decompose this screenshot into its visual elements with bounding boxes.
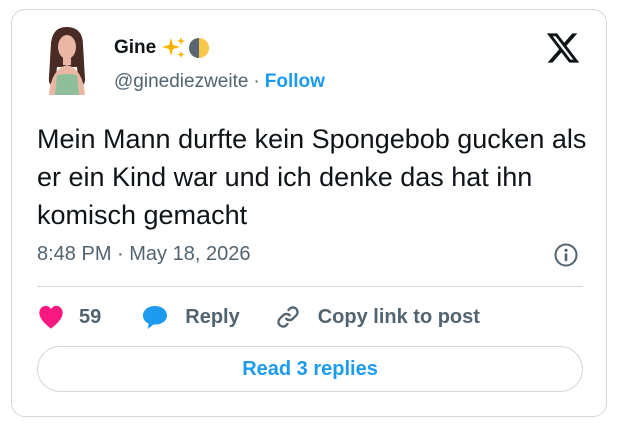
like-count: 59 bbox=[79, 305, 102, 328]
name-emojis bbox=[162, 36, 210, 60]
avatar[interactable] bbox=[41, 23, 93, 95]
tweet-timestamp[interactable]: 8:48 PM · May 18, 2026 bbox=[37, 243, 250, 266]
reply-bubble-icon bbox=[143, 306, 168, 329]
reply-label: Reply bbox=[185, 305, 240, 328]
reply-button[interactable]: Reply bbox=[141, 304, 240, 330]
author-name-row: Gine bbox=[114, 36, 210, 60]
author-name[interactable]: Gine bbox=[114, 37, 156, 59]
action-bar: 59 Reply Copy link to post bbox=[37, 300, 480, 334]
info-icon[interactable] bbox=[553, 242, 579, 268]
copy-link-button[interactable]: Copy link to post bbox=[274, 303, 480, 331]
read-replies-button[interactable]: Read 3 replies bbox=[37, 346, 583, 392]
handle-row: @ginediezweite · Follow bbox=[114, 71, 325, 93]
author-handle[interactable]: @ginediezweite bbox=[114, 71, 248, 93]
copy-link-label: Copy link to post bbox=[317, 305, 480, 328]
last-quarter-moon-icon bbox=[189, 38, 210, 58]
sparkles-icon bbox=[162, 37, 186, 58]
follow-button[interactable]: Follow bbox=[265, 71, 325, 93]
x-logo-icon[interactable] bbox=[545, 30, 581, 66]
link-icon bbox=[277, 306, 299, 328]
like-button[interactable]: 59 bbox=[37, 304, 101, 330]
heart-icon bbox=[39, 305, 63, 329]
separator-dot: · bbox=[253, 71, 260, 92]
divider bbox=[37, 286, 583, 287]
tweet-text: Mein Mann durfte kein Spongebob gucken a… bbox=[37, 124, 587, 230]
